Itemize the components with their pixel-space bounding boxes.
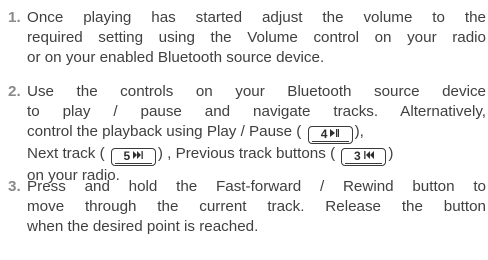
- step-text-segment: control the playback using Play / Pause …: [27, 123, 302, 140]
- button-number-label: 5: [123, 149, 131, 163]
- instruction-list: 1. Once playing has started adjust the v…: [0, 0, 488, 260]
- step-text: Press and hold the Fast-forward / Rewind…: [27, 177, 486, 237]
- step-number: 2.: [8, 83, 21, 100]
- play-pause-icon: [330, 127, 340, 140]
- play-pause-button-illustration: 4: [307, 126, 353, 144]
- step-text-line: Use the controls on your Bluetooth sourc…: [27, 83, 486, 100]
- step-text-line: required setting using the Volume contro…: [27, 29, 486, 46]
- step-number: 1.: [8, 9, 21, 26]
- instruction-step-1: 1. Once playing has started adjust the v…: [8, 8, 486, 68]
- step-text-line: move through the current track. Release …: [27, 198, 486, 215]
- step-text-segment: ): [388, 145, 394, 162]
- step-text-line: when the desired point is reached.: [27, 218, 259, 235]
- button-number-label: 4: [320, 127, 328, 141]
- button-number-label: 3: [354, 149, 361, 163]
- step-text-line: or on your enabled Bluetooth source devi…: [27, 49, 325, 66]
- previous-track-button-illustration: 3: [341, 148, 387, 166]
- step-text: Use the controls on your Bluetooth sourc…: [27, 82, 486, 186]
- previous-track-icon: [363, 149, 374, 162]
- step-text-segment: ) , Previous track buttons (: [157, 145, 336, 162]
- step-text-line: to play / pause and navigate tracks. Alt…: [27, 103, 486, 120]
- step-text: Once playing has started adjust the volu…: [27, 8, 486, 68]
- step-text-line: Press and hold the Fast-forward / Rewind…: [27, 178, 486, 195]
- step-text-segment: ),: [354, 123, 364, 140]
- instruction-step-3: 3. Press and hold the Fast-forward / Rew…: [8, 177, 486, 237]
- instruction-step-2: 2. Use the controls on your Bluetooth so…: [8, 82, 486, 186]
- step-text-line: Once playing has started adjust the volu…: [27, 9, 486, 26]
- step-text-segment: Next track (: [27, 145, 105, 162]
- step-text-line: control the playback using Play / Pause …: [27, 122, 486, 144]
- next-track-icon: [133, 149, 144, 162]
- next-track-button-illustration: 5: [110, 148, 156, 166]
- button-base-line: [114, 163, 152, 164]
- button-base-line: [345, 163, 383, 164]
- step-text-line: Next track ( 5 ) , Previous track buttons…: [27, 144, 486, 166]
- step-number: 3.: [8, 178, 21, 195]
- button-base-line: [311, 141, 349, 142]
